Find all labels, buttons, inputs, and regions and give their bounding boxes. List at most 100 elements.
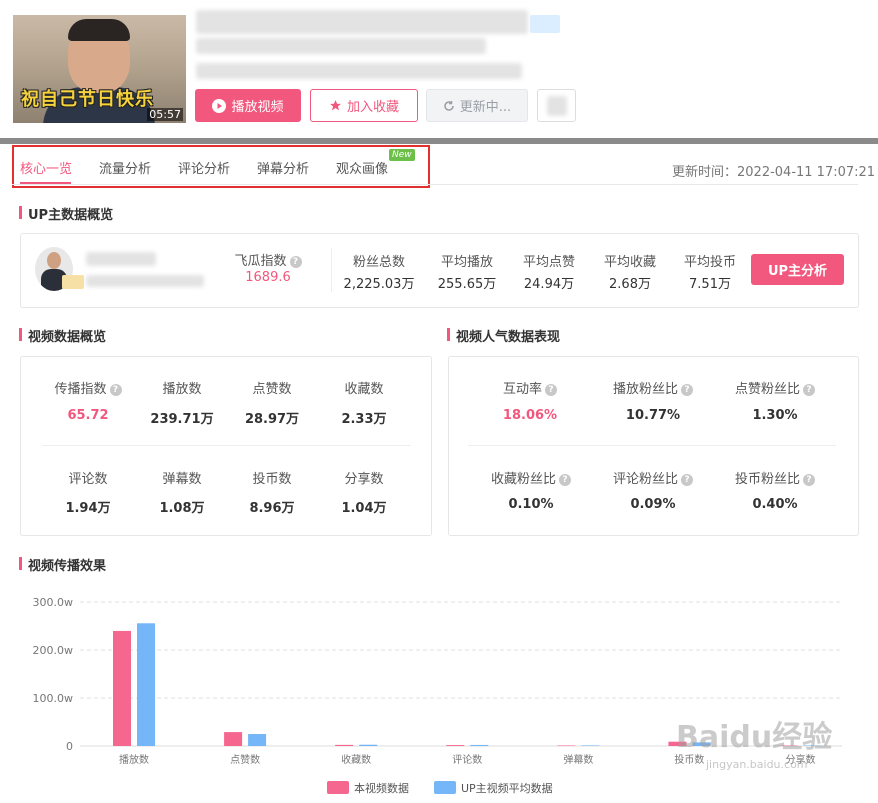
update-button[interactable]: 更新中...	[426, 89, 528, 122]
legend-label: 本视频数据	[354, 781, 409, 795]
tab-bar-divider	[12, 184, 858, 185]
stat-value-avg-play: 255.65万	[437, 277, 497, 292]
interaction-rate-label: 互动率	[502, 382, 542, 397]
video-overview-divider	[42, 445, 411, 446]
fav-fan-ratio-label: 收藏粉丝比	[490, 472, 556, 487]
avatar-head	[47, 252, 61, 269]
help-icon[interactable]: ?	[803, 384, 815, 396]
bar-up-average	[359, 744, 378, 746]
play-video-label: 播放视频	[231, 100, 284, 115]
update-label: 更新中...	[459, 100, 512, 115]
comment-fan-ratio-value: 0.09%	[630, 497, 676, 512]
blurred-meta-line-1	[196, 38, 486, 54]
up-analysis-button[interactable]: UP主分析	[751, 254, 844, 285]
video-overview-title: 视频数据概览	[19, 326, 106, 345]
play-fan-ratio-label: 播放粉丝比	[612, 382, 678, 397]
play-fan-ratio-value: 10.77%	[625, 408, 681, 423]
more-button[interactable]	[537, 89, 576, 122]
blurred-icon	[546, 95, 567, 116]
x-tick-label: 弹幕数	[563, 753, 593, 766]
legend-label: UP主视频平均数据	[461, 781, 553, 795]
coin-fan-ratio-label: 投币粉丝比	[734, 472, 800, 487]
watermark-logo: Baidu经验	[676, 720, 833, 755]
tab-comment-analysis[interactable]: 评论分析	[178, 158, 230, 177]
fav-fan-ratio-label-wrap: 收藏粉丝比?	[478, 468, 584, 487]
x-tick-label: 收藏数	[341, 753, 371, 766]
bar-up-average	[581, 745, 600, 746]
fav-count-value: 2.33万	[341, 412, 387, 427]
tab-danmaku-analysis[interactable]: 弹幕分析	[257, 158, 309, 177]
up-overview-card	[20, 233, 859, 308]
play-video-button[interactable]: 播放视频	[195, 89, 301, 122]
share-count-value: 1.04万	[341, 501, 387, 516]
thumbnail-figure-hair	[68, 19, 130, 41]
add-favorite-button[interactable]: 加入收藏	[310, 89, 418, 122]
bar-video	[446, 745, 465, 746]
y-tick-label: 0	[66, 740, 73, 753]
update-time: 更新时间：2022-04-11 17:07:21	[672, 165, 876, 180]
spread-index-value: 65.72	[67, 408, 109, 423]
x-tick-label: 评论数	[452, 753, 482, 766]
coin-fan-ratio-value: 0.40%	[752, 497, 798, 512]
comment-fan-ratio-label: 评论粉丝比	[612, 472, 678, 487]
star-icon	[330, 100, 341, 111]
tab-traffic-analysis[interactable]: 流量分析	[99, 158, 151, 177]
y-tick-label: 100.0w	[33, 692, 74, 705]
help-icon[interactable]: ?	[545, 384, 557, 396]
help-icon[interactable]: ?	[681, 384, 693, 396]
feigua-index-label: 飞瓜指数	[234, 254, 287, 269]
spread-index-label-wrap: 传播指数?	[43, 378, 133, 397]
play-icon	[212, 98, 227, 113]
bar-video	[224, 732, 243, 746]
coin-count-value: 8.96万	[249, 501, 295, 516]
stat-label-avg-coin: 平均投币	[683, 255, 736, 270]
bar-video	[557, 745, 576, 746]
comment-count-label: 评论数	[68, 472, 108, 487]
x-tick-label: 播放数	[119, 753, 149, 766]
legend-swatch	[327, 781, 349, 794]
tab-audience-profile[interactable]: 观众画像	[336, 158, 388, 177]
add-favorite-label: 加入收藏	[346, 100, 399, 115]
like-count-label: 点赞数	[252, 382, 292, 397]
video-duration: 05:57	[147, 108, 183, 121]
help-icon[interactable]: ?	[559, 474, 571, 486]
up-stats-divider	[331, 248, 332, 292]
stat-label-avg-play: 平均播放	[440, 255, 493, 270]
thumbnail-caption: 祝自己节日快乐	[21, 89, 154, 110]
stat-label-avg-fav: 平均收藏	[603, 255, 656, 270]
bar-video	[113, 630, 131, 746]
danmaku-count-label: 弹幕数	[162, 472, 202, 487]
popularity-divider	[468, 445, 836, 446]
danmaku-count-value: 1.08万	[159, 501, 205, 516]
share-count-label: 分享数	[344, 472, 384, 487]
fav-fan-ratio-value: 0.10%	[508, 497, 554, 512]
like-fan-ratio-value: 1.30%	[752, 408, 798, 423]
avatar-badge	[62, 275, 84, 289]
help-icon[interactable]: ?	[803, 474, 815, 486]
bar-up-average	[137, 623, 155, 746]
help-icon[interactable]: ?	[109, 384, 122, 396]
video-thumbnail[interactable]: 祝自己节日快乐 05:57	[13, 15, 186, 123]
bar-video	[335, 744, 354, 746]
help-icon[interactable]: ?	[681, 474, 693, 486]
stat-value-fans: 2,225.03万	[343, 277, 415, 292]
spread-effect-title: 视频传播效果	[19, 555, 106, 574]
help-icon[interactable]: ?	[289, 256, 302, 268]
up-overview-title: UP主数据概览	[19, 204, 113, 223]
play-count-label: 播放数	[162, 382, 202, 397]
stat-value-avg-like: 24.94万	[523, 277, 575, 292]
tab-core-overview[interactable]: 核心一览	[20, 158, 72, 177]
comment-fan-ratio-label-wrap: 评论粉丝比?	[600, 468, 706, 487]
watermark-url: jingyan.baidu.com	[706, 758, 808, 771]
title-tag	[530, 15, 560, 33]
popularity-title: 视频人气数据表现	[447, 326, 560, 345]
blurred-video-title	[196, 10, 528, 34]
like-fan-ratio-label: 点赞粉丝比	[734, 382, 800, 397]
blurred-up-desc	[86, 275, 204, 287]
header-divider	[0, 138, 878, 144]
stat-value-avg-fav: 2.68万	[609, 277, 651, 292]
refresh-icon	[444, 100, 454, 111]
blurred-up-name	[86, 252, 156, 266]
like-fan-ratio-label-wrap: 点赞粉丝比?	[722, 378, 828, 397]
x-tick-label: 点赞数	[230, 753, 260, 766]
